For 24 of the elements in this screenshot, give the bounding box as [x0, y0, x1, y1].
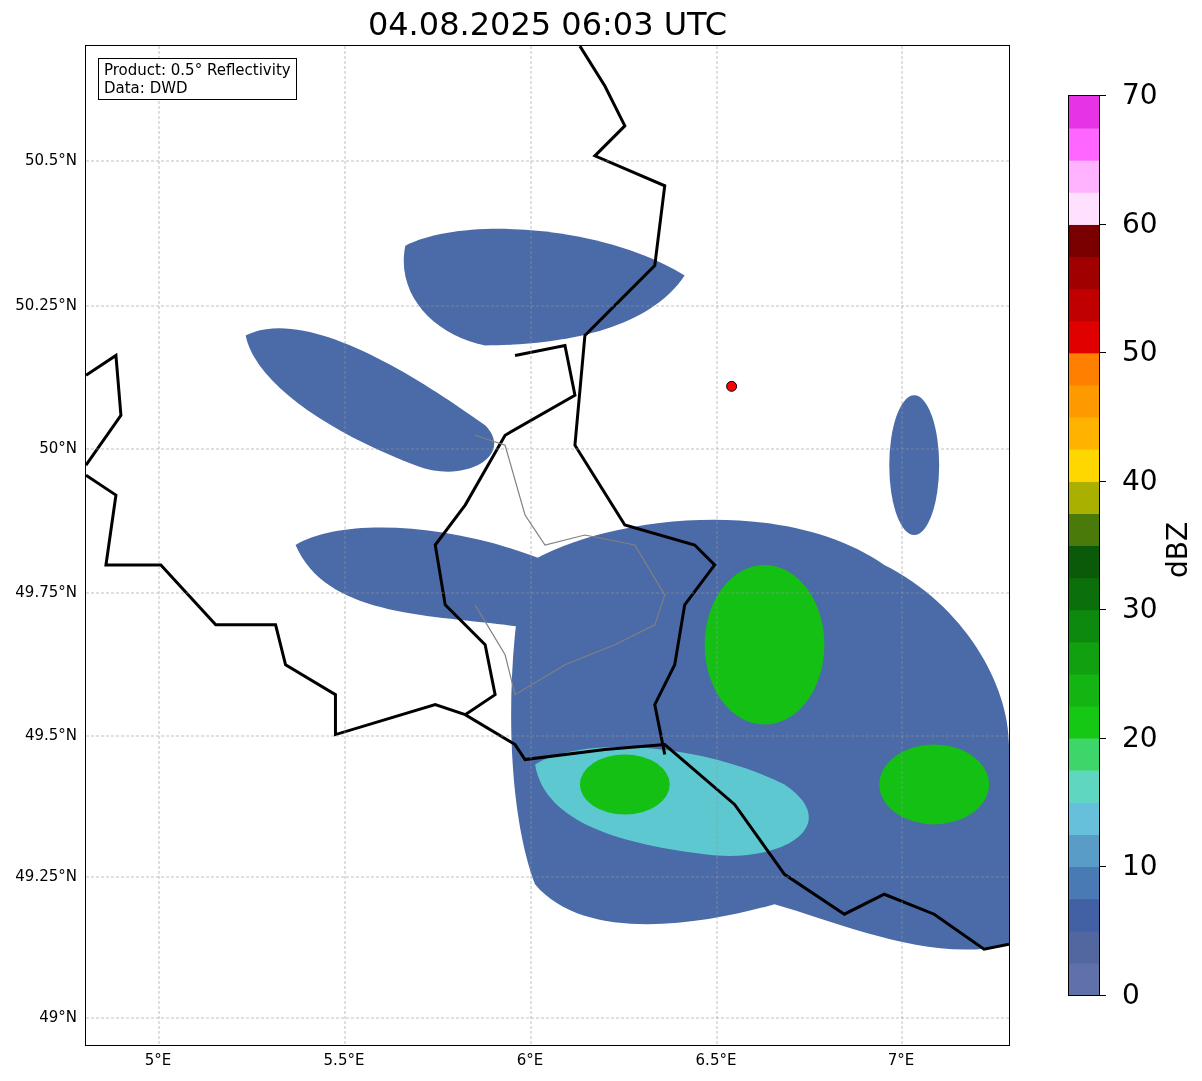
- latitude-label: 50°N: [39, 439, 77, 457]
- latitude-label: 49°N: [39, 1008, 77, 1026]
- latitude-label: 50.25°N: [15, 296, 77, 314]
- colorbar-tick-label: 70: [1122, 79, 1158, 111]
- colorbar-tick-label: 50: [1122, 336, 1158, 369]
- latitude-label: 49.75°N: [15, 583, 77, 601]
- colorbar-tick-label: 40: [1122, 464, 1158, 497]
- colorbar-tick-label: 60: [1122, 207, 1158, 240]
- colorbar-tick-label: 0: [1122, 979, 1140, 1011]
- info-text: Data: DWD: [104, 79, 189, 97]
- colorbar-label: dBZ: [1162, 521, 1194, 578]
- latitude-label: 50.5°N: [24, 151, 77, 169]
- longitude-label: 6.5°E: [695, 1051, 737, 1069]
- info-text: Product: 0.5° Reflectivity: [104, 61, 291, 79]
- longitude-label: 7°E: [887, 1051, 915, 1069]
- colorbar-tick-label: 30: [1122, 593, 1158, 626]
- colorbar-tick-label: 20: [1122, 721, 1158, 754]
- latitude-label: 49.25°N: [15, 867, 77, 885]
- longitude-label: 6°E: [516, 1051, 544, 1069]
- latitude-label: 49.5°N: [24, 726, 77, 744]
- longitude-label: 5.5°E: [323, 1051, 365, 1069]
- longitude-label: 5°E: [144, 1051, 172, 1069]
- chart-title: 04.08.2025 06:03 UTC: [366, 4, 729, 44]
- colorbar-tick-label: 10: [1122, 850, 1158, 883]
